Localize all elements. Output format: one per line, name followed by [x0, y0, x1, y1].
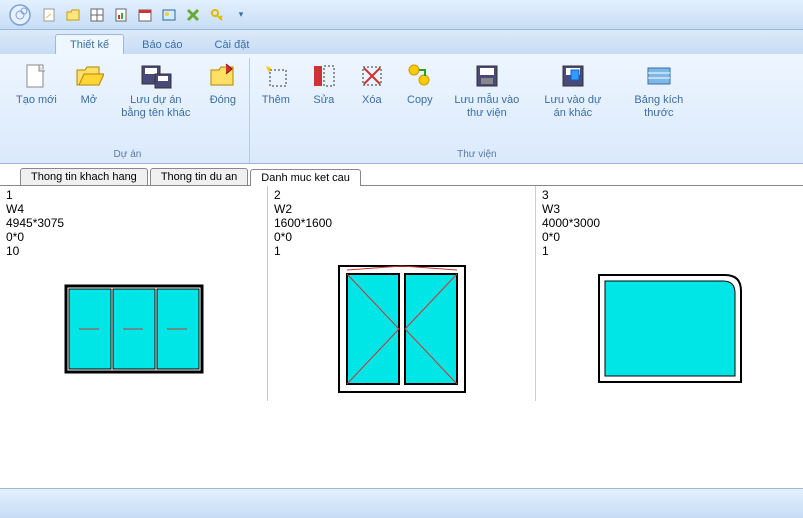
open-button[interactable]: Mở: [69, 58, 109, 147]
copy-icon: [406, 62, 434, 90]
button-label: Sửa: [313, 94, 334, 107]
close-folder-icon: [208, 62, 238, 90]
save-as-button[interactable]: Lưu dự án bằng tên khác: [117, 58, 195, 147]
qat-key-button[interactable]: [206, 4, 228, 26]
item-preview: [542, 258, 797, 399]
qat-folder-button[interactable]: [62, 4, 84, 26]
qat-grid-button[interactable]: [86, 4, 108, 26]
calendar-icon: [137, 7, 153, 23]
close-button[interactable]: Đóng: [203, 58, 243, 147]
x-icon: [185, 7, 201, 23]
group-label: Dự án: [114, 147, 142, 163]
dimension-table-button[interactable]: Bảng kích thước: [620, 58, 698, 147]
tab-structures[interactable]: Danh muc ket cau: [250, 169, 361, 186]
qat-report-button[interactable]: [110, 4, 132, 26]
item-quantity: 10: [6, 244, 261, 258]
quick-access-toolbar: ▾: [0, 0, 803, 30]
save-other-icon: [559, 62, 587, 90]
ribbon-body: Tạo mới Mở Lưu dự án bằng tên khác Đóng …: [0, 54, 803, 164]
table-icon: [645, 62, 673, 90]
window-preview-icon: [337, 264, 467, 394]
qat-customize-button[interactable]: ▾: [230, 4, 252, 26]
add-button[interactable]: Thêm: [256, 58, 296, 147]
status-bar: [0, 488, 803, 518]
item-index: 1: [6, 188, 261, 202]
qat-delete-button[interactable]: [182, 4, 204, 26]
item-size: 1600*1600: [274, 216, 529, 230]
item-index: 2: [274, 188, 529, 202]
content-tabs: Thong tin khach hang Thong tin du an Dan…: [0, 164, 803, 186]
tab-customer-info[interactable]: Thong tin khach hang: [20, 168, 148, 185]
open-folder-icon: [74, 62, 104, 90]
folder-icon: [65, 7, 81, 23]
group-label: Thư viện: [457, 147, 497, 163]
button-label: Copy: [407, 94, 433, 107]
button-label: Lưu vào dự án khác: [538, 94, 608, 120]
ribbon-tab-report[interactable]: Báo cáo: [128, 35, 196, 54]
item-position: 0*0: [542, 230, 797, 244]
button-label: Mở: [81, 94, 97, 107]
item-size: 4000*3000: [542, 216, 797, 230]
item-position: 0*0: [274, 230, 529, 244]
report-icon: [113, 7, 129, 23]
list-item[interactable]: 3 W3 4000*3000 0*0 1: [536, 186, 803, 401]
item-position: 0*0: [6, 230, 261, 244]
item-code: W2: [274, 202, 529, 216]
button-label: Bảng kích thước: [624, 94, 694, 120]
tab-project-info[interactable]: Thong tin du an: [150, 168, 248, 185]
key-icon: [209, 7, 225, 23]
delete-button[interactable]: Xóa: [352, 58, 392, 147]
item-preview: [6, 258, 261, 399]
copy-button[interactable]: Copy: [400, 58, 440, 147]
ribbon-tab-settings[interactable]: Cài đặt: [201, 35, 264, 54]
structures-list: 1 W4 4945*3075 0*0 10 2 W2 1600*1600 0*0…: [0, 186, 803, 401]
ribbon-group-library: Thêm Sửa Xóa Copy Lưu mẫu vào thư viện L…: [249, 58, 704, 163]
save-as-icon: [140, 62, 172, 90]
new-button[interactable]: Tạo mới: [12, 58, 61, 147]
grid-icon: [89, 7, 105, 23]
button-label: Tạo mới: [16, 94, 57, 107]
ribbon-tabs: Thiết kế Báo cáo Cài đặt: [0, 30, 803, 54]
ribbon-tab-design[interactable]: Thiết kế: [55, 34, 124, 54]
save-library-button[interactable]: Lưu mẫu vào thư viện: [448, 58, 526, 147]
item-preview: [274, 258, 529, 399]
new-doc-icon: [22, 62, 50, 90]
qat-calendar-button[interactable]: [134, 4, 156, 26]
save-icon: [473, 62, 501, 90]
add-icon: [262, 62, 290, 90]
chevron-down-icon: ▾: [239, 9, 244, 20]
button-label: Lưu dự án bằng tên khác: [121, 94, 191, 120]
button-label: Xóa: [362, 94, 382, 107]
window-preview-icon: [64, 284, 204, 374]
qat-new-button[interactable]: [38, 4, 60, 26]
delete-icon: [358, 62, 386, 90]
item-quantity: 1: [274, 244, 529, 258]
button-label: Thêm: [262, 94, 290, 107]
item-code: W4: [6, 202, 261, 216]
button-label: Đóng: [210, 94, 236, 107]
item-code: W3: [542, 202, 797, 216]
edit-button[interactable]: Sửa: [304, 58, 344, 147]
new-doc-icon: [41, 7, 57, 23]
list-item[interactable]: 1 W4 4945*3075 0*0 10: [0, 186, 268, 401]
edit-icon: [310, 62, 338, 90]
button-label: Lưu mẫu vào thư viện: [452, 94, 522, 120]
item-quantity: 1: [542, 244, 797, 258]
save-other-button[interactable]: Lưu vào dự án khác: [534, 58, 612, 147]
item-index: 3: [542, 188, 797, 202]
ribbon-group-project: Tạo mới Mở Lưu dự án bằng tên khác Đóng …: [6, 58, 249, 163]
list-item[interactable]: 2 W2 1600*1600 0*0 1: [268, 186, 536, 401]
window-preview-icon: [595, 271, 745, 386]
item-size: 4945*3075: [6, 216, 261, 230]
picture-icon: [161, 7, 177, 23]
app-menu-button[interactable]: [4, 2, 36, 28]
gear-icon: [6, 3, 34, 27]
qat-picture-button[interactable]: [158, 4, 180, 26]
